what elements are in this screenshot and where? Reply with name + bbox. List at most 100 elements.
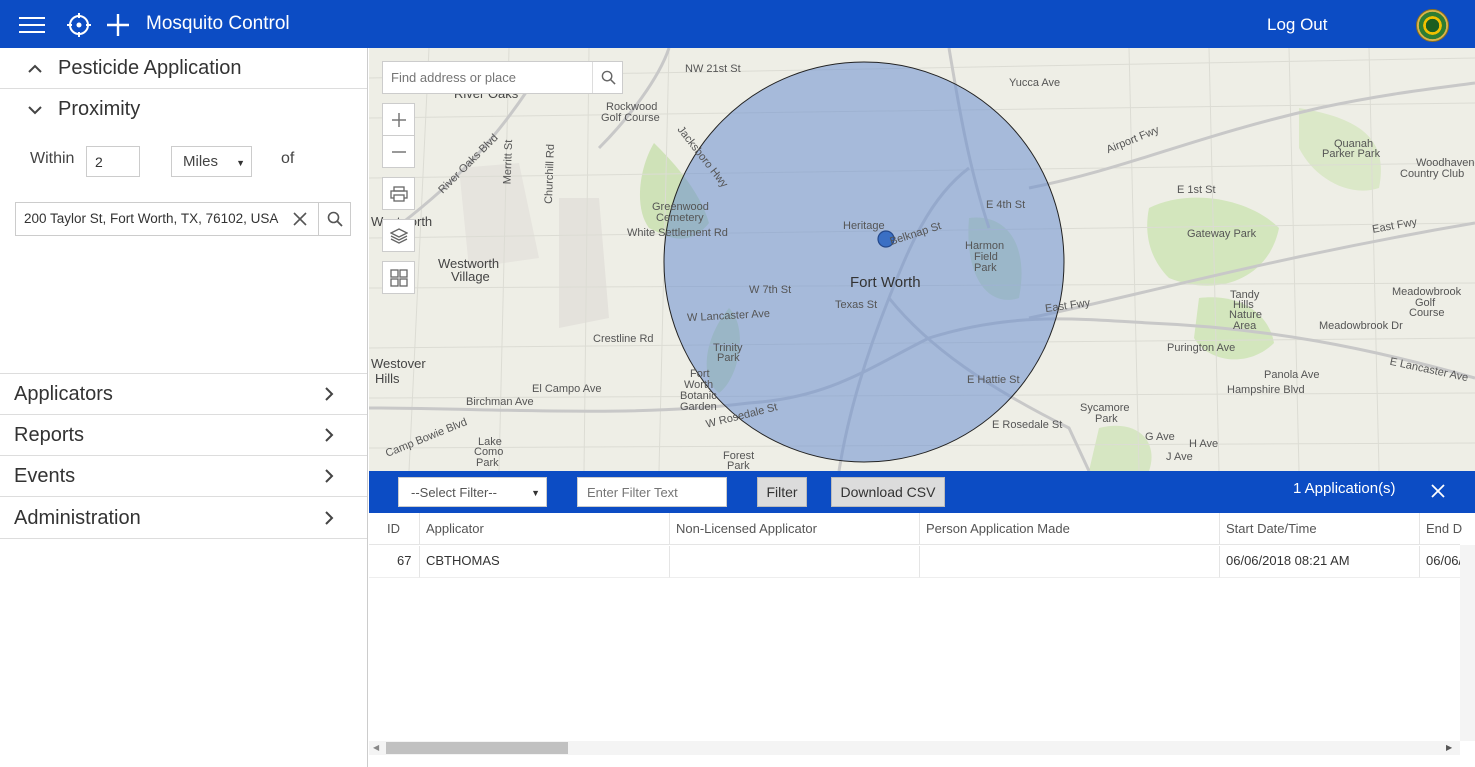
menu-administration[interactable]: Administration: [0, 497, 367, 539]
map-label: W 7th St: [749, 284, 792, 296]
column-header-person[interactable]: Person Application Made: [920, 513, 1220, 545]
chevron-right-icon: [325, 469, 334, 483]
filter-button[interactable]: Filter: [757, 477, 807, 507]
city-seal-logo: [1416, 9, 1449, 42]
cell-end: 06/06/: [1420, 546, 1460, 578]
print-icon: [389, 185, 408, 202]
accordion-pesticide-application[interactable]: Pesticide Application: [0, 48, 367, 89]
layers-icon: [389, 227, 408, 244]
map-label: Hills: [375, 371, 400, 386]
map-label: Gateway Park: [1187, 228, 1257, 240]
map-label: Merritt St: [501, 139, 516, 185]
map-label: NW 21st St: [685, 63, 741, 75]
column-header-end[interactable]: End D: [1420, 513, 1475, 545]
chevron-right-icon: [325, 428, 334, 442]
map-label: Meadowbrook Dr: [1319, 320, 1403, 332]
map-label: Cemetery: [656, 212, 704, 224]
map-label: Park: [1095, 413, 1118, 425]
cell-start: 06/06/2018 08:21 AM: [1220, 546, 1420, 578]
caret-down-icon: ▼: [531, 488, 540, 498]
map-label: Garden: [680, 401, 717, 413]
map-label: E Hattie St: [967, 374, 1020, 386]
map-label: Texas St: [835, 299, 878, 311]
zoom-in-button[interactable]: [382, 103, 415, 136]
print-button[interactable]: [382, 177, 415, 210]
menu-events[interactable]: Events: [0, 456, 367, 497]
map-search-button[interactable]: [592, 62, 623, 93]
app-header: Mosquito Control Log Out: [0, 0, 1475, 48]
table-row[interactable]: 67 CBTHOMAS 06/06/2018 08:21 AM 06/06/: [369, 546, 1460, 578]
filter-text-input[interactable]: [577, 477, 727, 507]
accordion-proximity[interactable]: Proximity: [0, 89, 367, 130]
map-view[interactable]: NW 21st St River Oaks Rockwood Golf Cour…: [369, 48, 1475, 471]
map-label: Village: [451, 269, 490, 284]
map-label: White Settlement Rd: [627, 227, 728, 239]
chevron-down-icon: [28, 106, 42, 115]
map-label: E 1st St: [1177, 184, 1216, 196]
vertical-scrollbar[interactable]: [1460, 545, 1475, 741]
layers-button[interactable]: [382, 219, 415, 252]
distance-input[interactable]: [86, 146, 140, 177]
map-label: E 4th St: [986, 199, 1026, 211]
scrollbar-thumb[interactable]: [386, 742, 568, 754]
menu-label: Applicators: [14, 383, 113, 405]
search-icon: [327, 211, 343, 227]
map-label: Westover: [371, 356, 426, 371]
horizontal-scrollbar[interactable]: ◀ ▶: [369, 741, 1460, 755]
proximity-form: Within Miles ▼ of 200 Taylor St, Fort Wo…: [0, 130, 367, 373]
map-label: H Ave: [1189, 438, 1219, 450]
menu-label: Administration: [14, 507, 141, 529]
column-header-id[interactable]: ID: [369, 513, 420, 545]
cell-id: 67: [369, 546, 420, 578]
minus-icon: [391, 150, 406, 153]
map-label: Country Club: [1400, 168, 1465, 180]
map-label: Churchill Rd: [542, 143, 558, 205]
map-label: Course: [1409, 307, 1445, 319]
map-label: El Campo Ave: [532, 383, 602, 395]
menu-applicators[interactable]: Applicators: [0, 374, 367, 415]
menu-icon[interactable]: [19, 12, 45, 38]
address-input[interactable]: 200 Taylor St, Fort Worth, TX, 76102, US…: [24, 211, 280, 226]
grid-header: ID Applicator Non-Licensed Applicator Pe…: [369, 513, 1462, 545]
logout-link[interactable]: Log Out: [1267, 15, 1328, 35]
chevron-up-icon: [28, 64, 42, 73]
column-header-non-licensed[interactable]: Non-Licensed Applicator: [670, 513, 920, 545]
map-label: Panola Ave: [1264, 369, 1320, 381]
clear-icon[interactable]: [292, 211, 308, 227]
add-icon[interactable]: [105, 12, 131, 38]
close-icon[interactable]: [1431, 484, 1445, 498]
filter-field-select[interactable]: --Select Filter-- ▼: [398, 477, 547, 507]
results-toolbar: --Select Filter-- ▼ Filter Download CSV …: [369, 471, 1475, 513]
units-select[interactable]: Miles ▼: [171, 146, 252, 177]
map-label: Yucca Ave: [1009, 77, 1061, 89]
of-label: of: [281, 150, 295, 167]
address-search-button[interactable]: [318, 203, 351, 235]
map-search-box[interactable]: [382, 61, 623, 94]
caret-down-icon: ▼: [236, 158, 245, 168]
chevron-right-icon: [325, 387, 334, 401]
basemap-gallery-button[interactable]: [382, 261, 415, 294]
locate-icon[interactable]: [66, 12, 92, 38]
map-label: Heritage: [843, 220, 885, 232]
units-value: Miles: [183, 153, 219, 170]
map-label: Birchman Ave: [466, 396, 534, 408]
map-label: Hampshire Blvd: [1227, 384, 1305, 396]
download-csv-button[interactable]: Download CSV: [831, 477, 945, 507]
app-title: Mosquito Control: [146, 13, 290, 34]
map-label: Fort Worth: [850, 274, 921, 291]
accordion-label: Pesticide Application: [58, 57, 242, 79]
zoom-out-button[interactable]: [382, 135, 415, 168]
scroll-right-arrow-icon[interactable]: ▶: [1446, 743, 1452, 752]
cell-non-licensed: [670, 546, 920, 578]
map-label: J Ave: [1166, 451, 1193, 463]
map-label: Area: [1233, 320, 1257, 332]
map-label: Parker Park: [1322, 148, 1381, 160]
column-header-applicator[interactable]: Applicator: [420, 513, 670, 545]
address-search-box[interactable]: 200 Taylor St, Fort Worth, TX, 76102, US…: [15, 202, 351, 236]
menu-reports[interactable]: Reports: [0, 415, 367, 456]
map-label: G Ave: [1145, 431, 1175, 443]
map-search-input[interactable]: [383, 62, 591, 93]
scroll-left-arrow-icon[interactable]: ◀: [373, 743, 379, 752]
column-header-start[interactable]: Start Date/Time: [1220, 513, 1420, 545]
map-label: Park: [727, 460, 750, 471]
